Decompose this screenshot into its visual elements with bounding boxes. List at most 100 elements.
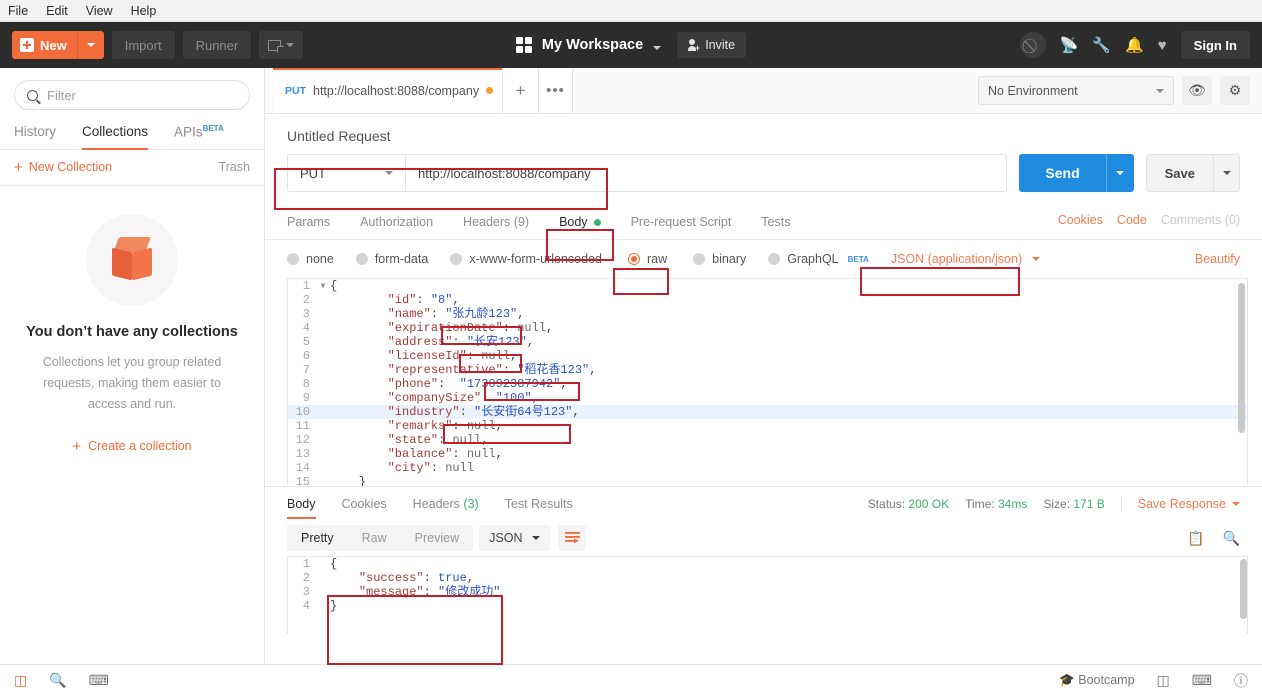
- fold-toggle-icon[interactable]: [318, 391, 328, 405]
- comments-link[interactable]: Comments (0): [1161, 213, 1240, 227]
- two-pane-icon[interactable]: ◫: [1157, 672, 1170, 689]
- fold-toggle-icon[interactable]: ▾: [318, 279, 328, 293]
- tab-params[interactable]: Params: [287, 209, 330, 239]
- fold-toggle-icon[interactable]: [318, 571, 328, 585]
- chevron-down-icon: [86, 43, 95, 47]
- tab-body[interactable]: Body: [559, 209, 601, 239]
- view-mode-pretty[interactable]: Pretty: [287, 525, 348, 551]
- environment-select[interactable]: No Environment: [978, 76, 1174, 105]
- search-icon[interactable]: 🔍: [1223, 530, 1240, 547]
- fold-toggle-icon[interactable]: [318, 377, 328, 391]
- body-type-raw[interactable]: raw: [628, 252, 667, 266]
- box-icon: [109, 236, 155, 283]
- fold-toggle-icon[interactable]: [318, 349, 328, 363]
- code-line: 2 "id": "8",: [288, 293, 1247, 307]
- save-options-button[interactable]: [1214, 154, 1240, 192]
- sign-in-button[interactable]: Sign In: [1180, 31, 1250, 59]
- fold-toggle-icon[interactable]: [318, 335, 328, 349]
- fold-toggle-icon[interactable]: [318, 475, 328, 486]
- fold-toggle-icon[interactable]: [318, 405, 328, 419]
- fold-toggle-icon[interactable]: [318, 585, 328, 599]
- tab-tests[interactable]: Tests: [761, 209, 790, 239]
- environment-quick-look-button[interactable]: 👁: [1182, 76, 1212, 105]
- menu-item-help[interactable]: Help: [131, 4, 157, 18]
- new-button[interactable]: New: [12, 31, 104, 59]
- view-mode-raw[interactable]: Raw: [348, 525, 401, 551]
- tab-pre-request-script[interactable]: Pre-request Script: [631, 209, 732, 239]
- new-collection-button[interactable]: + New Collection: [14, 160, 112, 175]
- fold-toggle-icon[interactable]: [318, 321, 328, 335]
- response-format-select[interactable]: JSON: [479, 525, 551, 551]
- workspace-name[interactable]: My Workspace: [542, 37, 643, 53]
- save-response-button[interactable]: Save Response: [1120, 496, 1240, 511]
- fold-toggle-icon[interactable]: [318, 447, 328, 461]
- cookies-link[interactable]: Cookies: [1058, 213, 1103, 227]
- keyboard-icon[interactable]: ⌨: [1192, 672, 1212, 689]
- menu-item-file[interactable]: File: [8, 4, 28, 18]
- runner-button[interactable]: Runner: [182, 31, 252, 59]
- response-tab-cookies[interactable]: Cookies: [342, 489, 387, 519]
- tab-options-button[interactable]: •••: [539, 68, 573, 113]
- word-wrap-button[interactable]: [558, 525, 587, 551]
- search-input[interactable]: Filter: [14, 80, 250, 110]
- request-body-editor[interactable]: 1 ▾{2 "id": "8", 3 "name": "张九龄123", 4 "exp…: [287, 278, 1248, 486]
- response-tab-test-results[interactable]: Test Results: [505, 489, 573, 519]
- save-workspace-button[interactable]: [259, 31, 304, 59]
- heart-icon[interactable]: ♥: [1158, 38, 1167, 53]
- body-type-binary[interactable]: binary: [693, 252, 746, 266]
- body-type-form-data[interactable]: form-data: [355, 252, 428, 266]
- fold-toggle-icon[interactable]: [318, 557, 328, 571]
- fold-toggle-icon[interactable]: [318, 307, 328, 321]
- body-type-graphql[interactable]: GraphQL BETA: [768, 252, 869, 266]
- fold-toggle-icon[interactable]: [318, 433, 328, 447]
- sidebar: Filter History Collections APIsBETA + Ne…: [0, 68, 265, 664]
- send-options-button[interactable]: [1105, 154, 1134, 192]
- response-tab-body[interactable]: Body: [287, 489, 316, 519]
- fold-toggle-icon[interactable]: [318, 461, 328, 475]
- tab-authorization[interactable]: Authorization: [360, 209, 433, 239]
- sidebar-tab-collections[interactable]: Collections: [82, 120, 149, 149]
- console-icon[interactable]: ⌨: [89, 672, 109, 689]
- chevron-down-icon[interactable]: [653, 45, 662, 50]
- new-tab-button[interactable]: +: [503, 68, 539, 113]
- menu-item-view[interactable]: View: [86, 4, 113, 18]
- fold-toggle-icon[interactable]: [318, 599, 328, 613]
- save-request-button[interactable]: Save: [1145, 154, 1214, 192]
- body-type-none[interactable]: none: [287, 252, 334, 266]
- environment-settings-button[interactable]: ⚙: [1220, 76, 1250, 105]
- sync-disabled-icon[interactable]: ⃠: [1019, 32, 1046, 58]
- fold-toggle-icon[interactable]: [318, 293, 328, 307]
- satellite-icon[interactable]: 📡: [1060, 38, 1079, 53]
- new-dropdown-caret[interactable]: [78, 43, 104, 47]
- sidebar-tab-history[interactable]: History: [14, 120, 56, 149]
- content-type-select[interactable]: JSON (application/json): [881, 246, 1050, 272]
- menu-item-edit[interactable]: Edit: [46, 4, 68, 18]
- trash-button[interactable]: Trash: [219, 160, 251, 174]
- beautify-button[interactable]: Beautify: [1195, 252, 1240, 266]
- url-input[interactable]: http://localhost:8088/company: [405, 154, 1008, 192]
- fold-toggle-icon[interactable]: [318, 363, 328, 377]
- body-type-urlencoded[interactable]: x-www-form-urlencoded: [450, 252, 602, 266]
- invite-button[interactable]: + Invite: [677, 32, 747, 58]
- import-button[interactable]: Import: [111, 31, 175, 59]
- sidebar-tab-apis[interactable]: APIsBETA: [174, 120, 224, 149]
- view-mode-preview[interactable]: Preview: [401, 525, 473, 551]
- fold-toggle-icon[interactable]: [318, 419, 328, 433]
- send-button[interactable]: Send: [1019, 154, 1106, 192]
- response-body-scrollbar[interactable]: [1240, 559, 1247, 619]
- response-tab-headers[interactable]: Headers (3): [413, 489, 479, 519]
- request-tab[interactable]: PUT http://localhost:8088/company: [273, 68, 503, 113]
- bootcamp-button[interactable]: 🎓 Bootcamp: [1059, 673, 1134, 688]
- find-icon[interactable]: 🔍: [49, 672, 66, 689]
- sidebar-toggle-icon[interactable]: ◫: [14, 672, 27, 689]
- request-body-scrollbar[interactable]: [1238, 283, 1245, 433]
- copy-icon[interactable]: 📋: [1187, 530, 1204, 547]
- create-collection-button[interactable]: + Create a collection: [72, 439, 191, 454]
- code-link[interactable]: Code: [1117, 213, 1147, 227]
- help-icon[interactable]: ⓘ: [1234, 671, 1248, 691]
- response-body-editor[interactable]: 1{2 "success": true, 3 "message": "修改成功" 4…: [287, 556, 1248, 634]
- tab-headers[interactable]: Headers (9): [463, 209, 529, 239]
- method-select[interactable]: PUT: [287, 154, 405, 192]
- bell-icon[interactable]: 🔔: [1125, 38, 1144, 53]
- wrench-icon[interactable]: 🔧: [1092, 38, 1111, 53]
